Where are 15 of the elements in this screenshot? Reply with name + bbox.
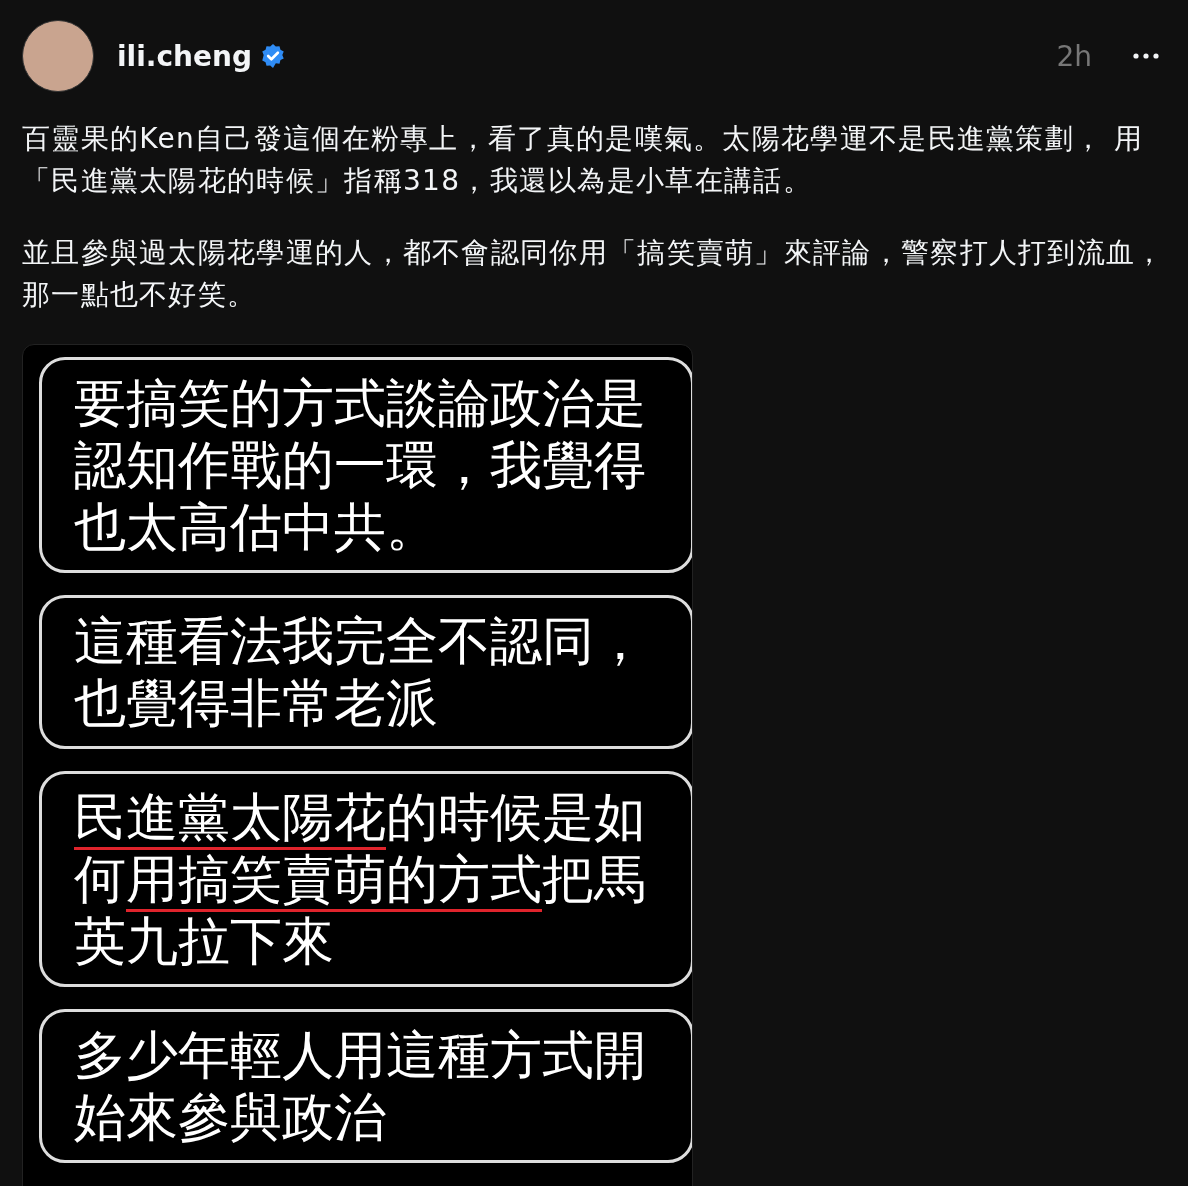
bubble-text: 英九拉下來 — [74, 910, 335, 972]
post-text: 百靈果的Ken自己發這個在粉專上，看了真的是嘆氣。太陽花學運不是民進黨策劃， 用「民進黨太陽花的時候」指稱318，我還以為是小草在講話。 — [22, 121, 1144, 199]
bubble-text: 何用搞笑賣萌的方式把馬 — [74, 848, 691, 910]
bubble-text: 認知作戰的一環，我覺得 — [74, 434, 647, 496]
post-text: 並且參與過太陽花學運的人，都不會認同你用「搞笑賣萌」來評論，警察打人打到流血，那一點也不好笑。 — [22, 235, 1166, 313]
bubble-text: 民進黨太陽花的時候是如 — [74, 786, 691, 848]
bubble-text: 多少年輕人用這種方式開 — [74, 1024, 647, 1086]
bubble-text: 要搞笑的方式談論政治是 — [74, 372, 647, 434]
username[interactable]: ili.cheng — [117, 39, 252, 73]
bubble-text: 始來參與政治 — [74, 1086, 387, 1148]
bubble-text: 也覺得非常老派 — [74, 672, 439, 734]
bubble-text: 也太高估中共。 — [74, 496, 439, 558]
bubble-text: 這種看法我完全不認同， — [74, 610, 647, 672]
post-time: 2h — [1056, 39, 1092, 73]
more-options-icon[interactable] — [1132, 52, 1160, 60]
